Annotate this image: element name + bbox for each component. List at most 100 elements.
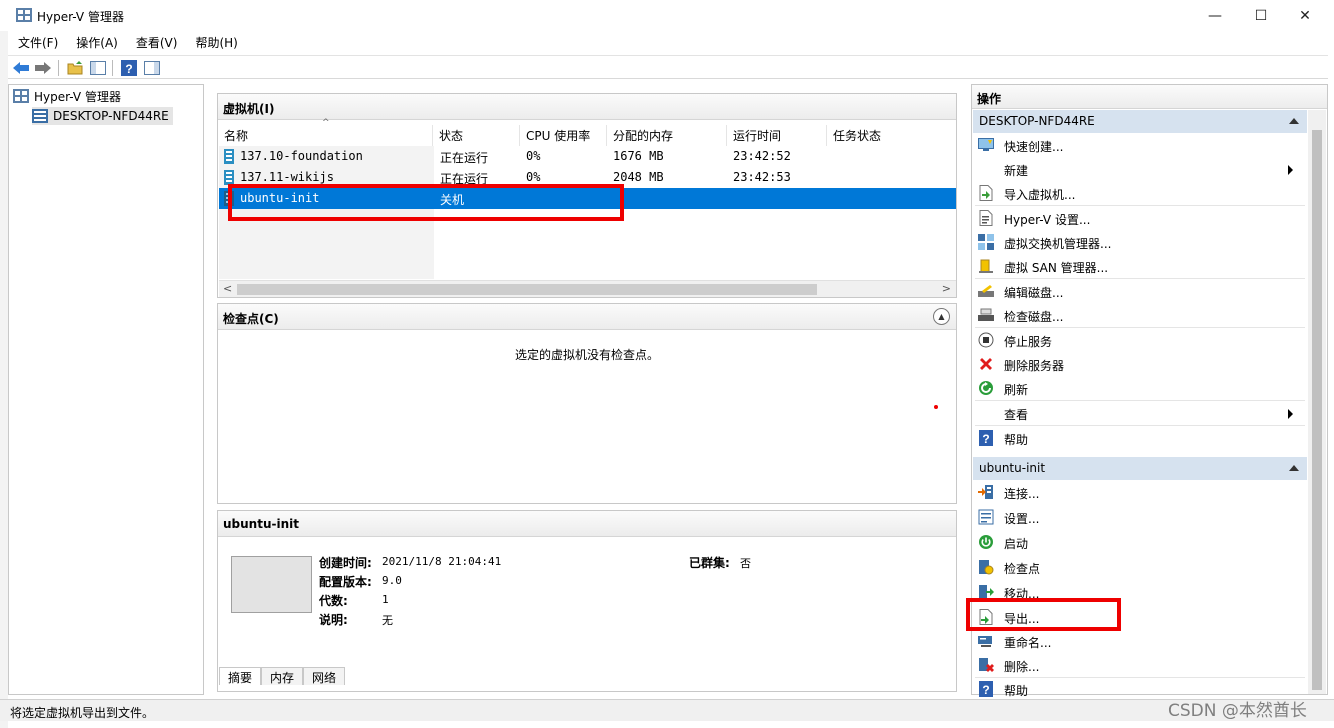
action-stop-service[interactable]: 停止服务 <box>973 328 1307 352</box>
maximize-button[interactable]: ☐ <box>1238 0 1284 31</box>
scroll-left-icon[interactable]: < <box>223 282 232 295</box>
action-connect[interactable]: 连接... <box>973 480 1307 504</box>
action-label: 设置... <box>1004 512 1040 526</box>
vm-thumbnail[interactable] <box>231 556 312 613</box>
panel-title: 虚拟机(I) <box>218 94 956 120</box>
server-icon <box>32 109 48 123</box>
vm-memory: 1676 MB <box>613 149 664 163</box>
tree-item-hyperv-manager[interactable]: Hyper-V 管理器 <box>13 87 121 105</box>
action-inspect-disk[interactable]: 检查磁盘... <box>973 303 1307 327</box>
scrollbar-thumb[interactable] <box>237 284 817 295</box>
import-vm-icon <box>978 185 994 201</box>
menu-file[interactable]: 文件(F) <box>8 34 67 51</box>
column-state[interactable]: 状态 <box>433 125 520 146</box>
collapse-up-icon[interactable] <box>1289 118 1299 124</box>
action-new[interactable]: 新建 <box>973 157 1307 181</box>
column-uptime[interactable]: 运行时间 <box>727 125 827 146</box>
action-label: 新建 <box>1004 164 1029 178</box>
details-tabs: 摘要 内存 网络 <box>219 667 346 685</box>
panel-title: 检查点(C) <box>218 304 956 330</box>
hyperv-manager-icon <box>13 89 29 103</box>
vm-settings-icon <box>978 509 994 525</box>
vm-icon <box>224 170 234 185</box>
column-task-status[interactable]: 任务状态 <box>827 125 955 146</box>
action-hyperv-settings[interactable]: Hyper-V 设置... <box>973 206 1307 230</box>
action-edit-disk[interactable]: 编辑磁盘... <box>973 279 1307 303</box>
column-name[interactable]: 名称 <box>218 125 433 146</box>
column-memory[interactable]: 分配的内存 <box>607 125 727 146</box>
vm-uptime: 23:42:53 <box>733 170 791 184</box>
menu-action[interactable]: 操作(A) <box>67 34 127 51</box>
action-checkpoint[interactable]: 检查点 <box>973 555 1307 579</box>
help-icon: ? <box>978 430 994 446</box>
scroll-right-icon[interactable]: > <box>942 282 951 295</box>
tab-memory[interactable]: 内存 <box>261 667 304 685</box>
menu-view[interactable]: 查看(V) <box>127 34 187 51</box>
column-cpu[interactable]: CPU 使用率 <box>520 125 607 146</box>
action-virtual-switch-manager[interactable]: 虚拟交换机管理器... <box>973 230 1307 254</box>
show-hide-console-tree-icon[interactable] <box>89 59 107 77</box>
action-rename[interactable]: 重命名... <box>973 629 1307 653</box>
vm-cpu: 0% <box>526 149 541 163</box>
action-quick-create[interactable]: 快速创建... <box>973 133 1307 157</box>
svg-text:?: ? <box>125 62 132 76</box>
action-import-vm[interactable]: 导入虚拟机... <box>973 181 1307 205</box>
horizontal-scrollbar[interactable]: < > <box>219 280 956 297</box>
vm-details-panel: ubuntu-init 创建时间: 2021/11/8 21:04:41 配置版… <box>217 510 957 692</box>
show-hide-action-pane-icon[interactable] <box>143 59 161 77</box>
vm-name: 137.11-wikijs <box>240 170 334 184</box>
action-label: 刷新 <box>1004 383 1029 397</box>
action-label: 重命名... <box>1004 636 1052 650</box>
notes-value: 无 <box>382 614 393 627</box>
hyperv-app-icon <box>16 8 32 22</box>
back-arrow-icon[interactable] <box>12 59 30 77</box>
action-start[interactable]: 启动 <box>973 530 1307 554</box>
tab-summary[interactable]: 摘要 <box>219 667 262 685</box>
connect-icon <box>978 484 994 500</box>
action-delete[interactable]: 删除... <box>973 653 1307 677</box>
action-virtual-san-manager[interactable]: 虚拟 SAN 管理器... <box>973 254 1307 278</box>
collapse-icon[interactable]: ▲ <box>933 308 950 325</box>
action-label: 帮助 <box>1004 433 1029 447</box>
help-icon[interactable]: ? <box>120 59 138 77</box>
created-value: 2021/11/8 21:04:41 <box>382 555 502 568</box>
up-folder-icon[interactable] <box>66 59 84 77</box>
action-label: 删除服务器 <box>1004 359 1065 373</box>
forward-arrow-icon[interactable] <box>34 59 52 77</box>
created-label: 创建时间: <box>319 556 372 570</box>
action-label: 虚拟 SAN 管理器... <box>1004 261 1109 275</box>
vm-uptime: 23:42:52 <box>733 149 791 163</box>
status-text: 将选定虚拟机导出到文件。 <box>10 706 155 720</box>
host-actions-header[interactable]: DESKTOP-NFD44RE <box>973 110 1307 133</box>
scrollbar-thumb[interactable] <box>1312 130 1322 690</box>
actions-title: 操作 <box>972 85 1327 109</box>
menu-help[interactable]: 帮助(H) <box>186 34 246 51</box>
minimize-button[interactable]: — <box>1192 0 1238 31</box>
vm-row[interactable]: 137.10-foundation 正在运行 0% 1676 MB 23:42:… <box>219 146 956 167</box>
action-help[interactable]: ? 帮助 <box>973 426 1307 450</box>
action-remove-server[interactable]: 删除服务器 <box>973 352 1307 376</box>
collapse-up-icon[interactable] <box>1289 465 1299 471</box>
settings-icon <box>978 210 994 226</box>
tab-network[interactable]: 网络 <box>303 667 346 685</box>
tree-label: DESKTOP-NFD44RE <box>53 109 169 123</box>
close-button[interactable]: ✕ <box>1282 0 1328 31</box>
tree-label: Hyper-V 管理器 <box>34 89 121 104</box>
action-settings[interactable]: 设置... <box>973 505 1307 529</box>
watermark: CSDN @本然酋长 <box>1168 701 1307 721</box>
action-label: 删除... <box>1004 660 1040 674</box>
action-refresh[interactable]: 刷新 <box>973 376 1307 400</box>
vm-actions-header[interactable]: ubuntu-init <box>973 457 1307 480</box>
vm-state: 正在运行 <box>440 151 489 165</box>
checkpoint-icon <box>978 559 994 575</box>
action-label: 连接... <box>1004 487 1040 501</box>
action-view[interactable]: 查看 <box>973 401 1307 425</box>
action-label: 帮助 <box>1004 684 1029 698</box>
tree-item-host[interactable]: DESKTOP-NFD44RE <box>32 107 173 125</box>
clustered-label: 已群集: <box>689 556 730 570</box>
vertical-scrollbar[interactable] <box>1308 110 1326 694</box>
version-label: 配置版本: <box>319 575 372 589</box>
notes-label: 说明: <box>319 613 348 627</box>
help-icon: ? <box>978 681 994 697</box>
action-label: 导入虚拟机... <box>1004 188 1076 202</box>
